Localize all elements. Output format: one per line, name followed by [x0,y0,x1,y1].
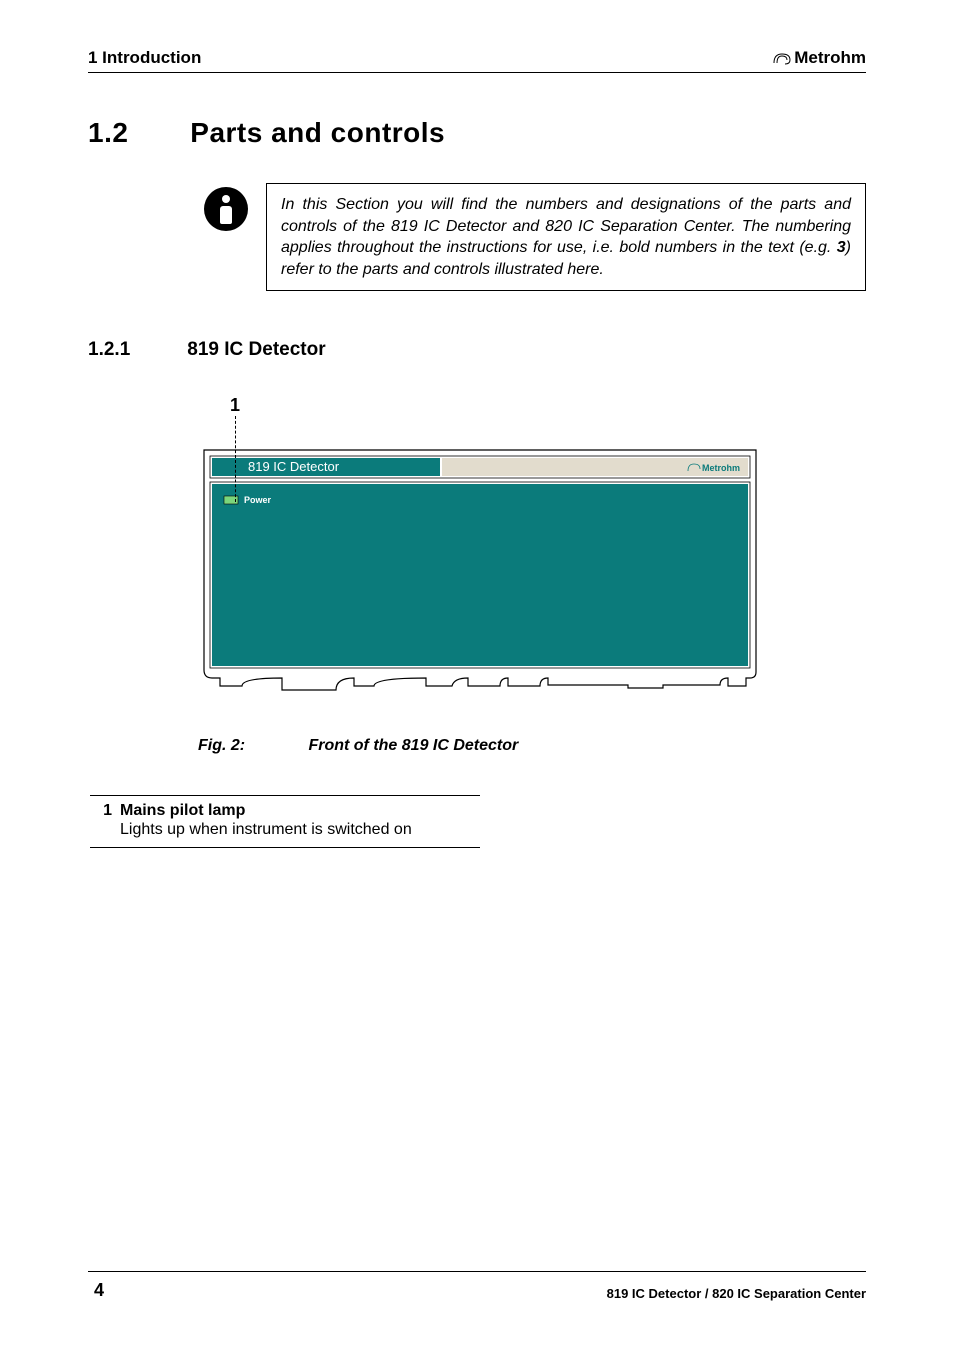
metrohm-swirl-icon [772,51,792,65]
subsection-title-text: 819 IC Detector [187,339,325,360]
parts-legend-desc: Lights up when instrument is switched on [120,820,480,841]
device-model-label: 819 IC Detector [248,459,340,474]
figure-caption-text: Front of the 819 IC Detector [308,737,518,754]
parts-legend-row: 1 Mains pilot lamp Lights up when instru… [90,802,480,841]
brand-logo: Metrohm [772,48,866,68]
parts-legend-title: Mains pilot lamp [120,802,480,820]
info-callout: In this Section you will find the number… [204,183,866,291]
figure-callout-number: 1 [230,395,866,416]
info-bold-ref: 3 [837,239,846,256]
device-front-illustration: 819 IC Detector Metrohm Power [198,422,768,712]
parts-legend-table: 1 Mains pilot lamp Lights up when instru… [90,795,480,848]
info-text-before: In this Section you will find the number… [281,196,851,256]
brand-text: Metrohm [794,48,866,68]
page-header: 1 Introduction Metrohm [88,48,866,73]
parts-legend-num: 1 [90,802,120,841]
callout-leader-line [235,416,236,502]
page-footer: 4 819 IC Detector / 820 IC Separation Ce… [88,1271,866,1301]
figure-caption: Fig. 2: Front of the 819 IC Detector [198,737,866,755]
figure-number: Fig. 2: [198,737,304,755]
info-icon [204,187,248,231]
footer-document-title: 819 IC Detector / 820 IC Separation Cent… [607,1286,866,1301]
figure-container: 1 819 IC Detector Metrohm Power [198,395,866,717]
device-power-label: Power [244,495,272,505]
device-brand-label: Metrohm [702,463,740,473]
section-title-text: Parts and controls [190,117,445,148]
section-heading: 1.2 Parts and controls [88,117,866,149]
page-number: 4 [94,1280,104,1301]
section-number: 1.2 [88,117,182,149]
subsection-number: 1.2.1 [88,339,182,361]
info-box: In this Section you will find the number… [266,183,866,291]
subsection-heading: 1.2.1 819 IC Detector [88,339,866,361]
chapter-label: 1 Introduction [88,48,201,68]
